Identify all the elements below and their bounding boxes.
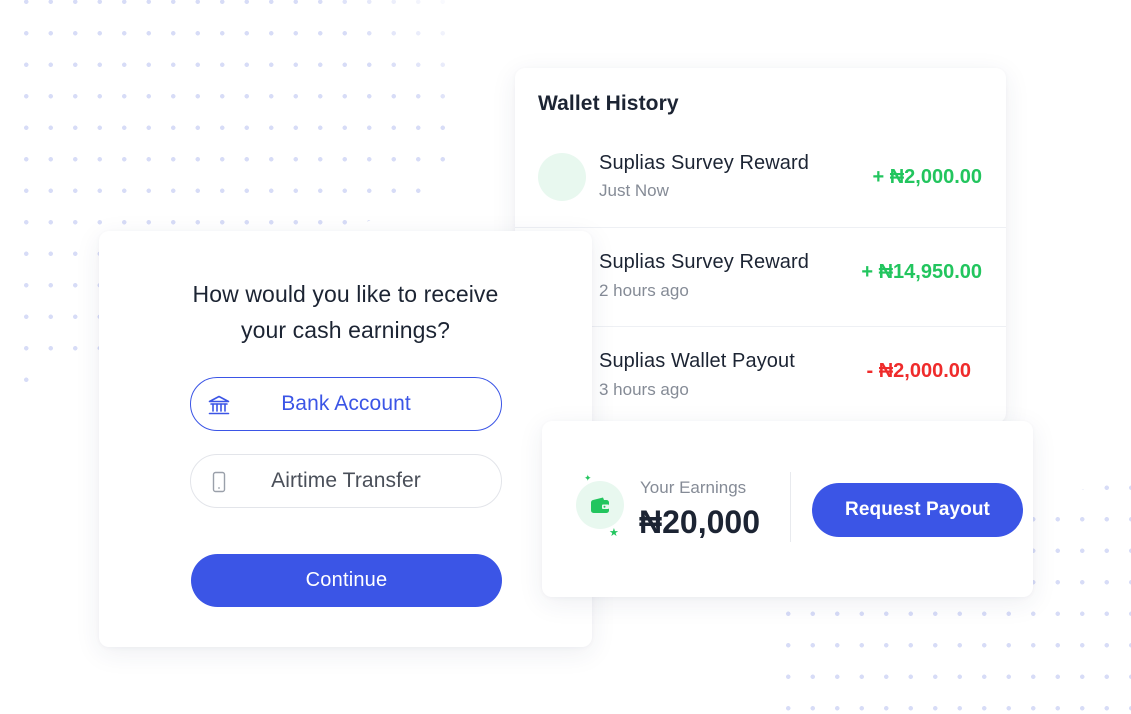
earnings-label: Your Earnings xyxy=(640,478,747,497)
sparkle-icon: ★ xyxy=(609,527,619,539)
earnings-divider xyxy=(790,472,791,542)
transaction-name: Suplias Wallet Payout xyxy=(599,350,795,372)
request-payout-button[interactable]: Request Payout xyxy=(812,483,1023,537)
transaction-name: Suplias Survey Reward xyxy=(599,251,809,273)
transaction-row[interactable]: Suplias Survey Reward Just Now + ₦2,000.… xyxy=(515,128,1006,228)
transaction-time: Just Now xyxy=(599,181,669,200)
wallet-icon xyxy=(576,481,624,529)
transaction-amount: - ₦2,000.00 xyxy=(866,360,971,382)
payment-method-card: How would you like to receive your cash … xyxy=(99,231,592,647)
question-line-1: How would you like to receive xyxy=(192,281,499,307)
bank-account-option[interactable]: Bank Account xyxy=(190,377,502,431)
wallet-history-title: Wallet History xyxy=(538,92,679,115)
bank-account-label: Bank Account xyxy=(281,392,411,415)
transaction-amount: + ₦14,950.00 xyxy=(861,261,982,283)
transaction-name: Suplias Survey Reward xyxy=(599,152,809,174)
continue-button[interactable]: Continue xyxy=(191,554,502,607)
transaction-time: 3 hours ago xyxy=(599,380,689,399)
airtime-transfer-label: Airtime Transfer xyxy=(271,469,421,492)
question-line-2: your cash earnings? xyxy=(240,317,451,343)
earnings-card: ✦ ★ Your Earnings ₦20,000 Request Payout xyxy=(542,421,1033,597)
transaction-avatar xyxy=(538,153,586,201)
transaction-time: 2 hours ago xyxy=(599,281,689,300)
payment-method-question: How would you like to receive your cash … xyxy=(99,276,592,348)
transaction-amount: + ₦2,000.00 xyxy=(872,166,982,188)
airtime-transfer-option[interactable]: Airtime Transfer xyxy=(190,454,502,508)
earnings-value: ₦20,000 xyxy=(639,504,760,540)
